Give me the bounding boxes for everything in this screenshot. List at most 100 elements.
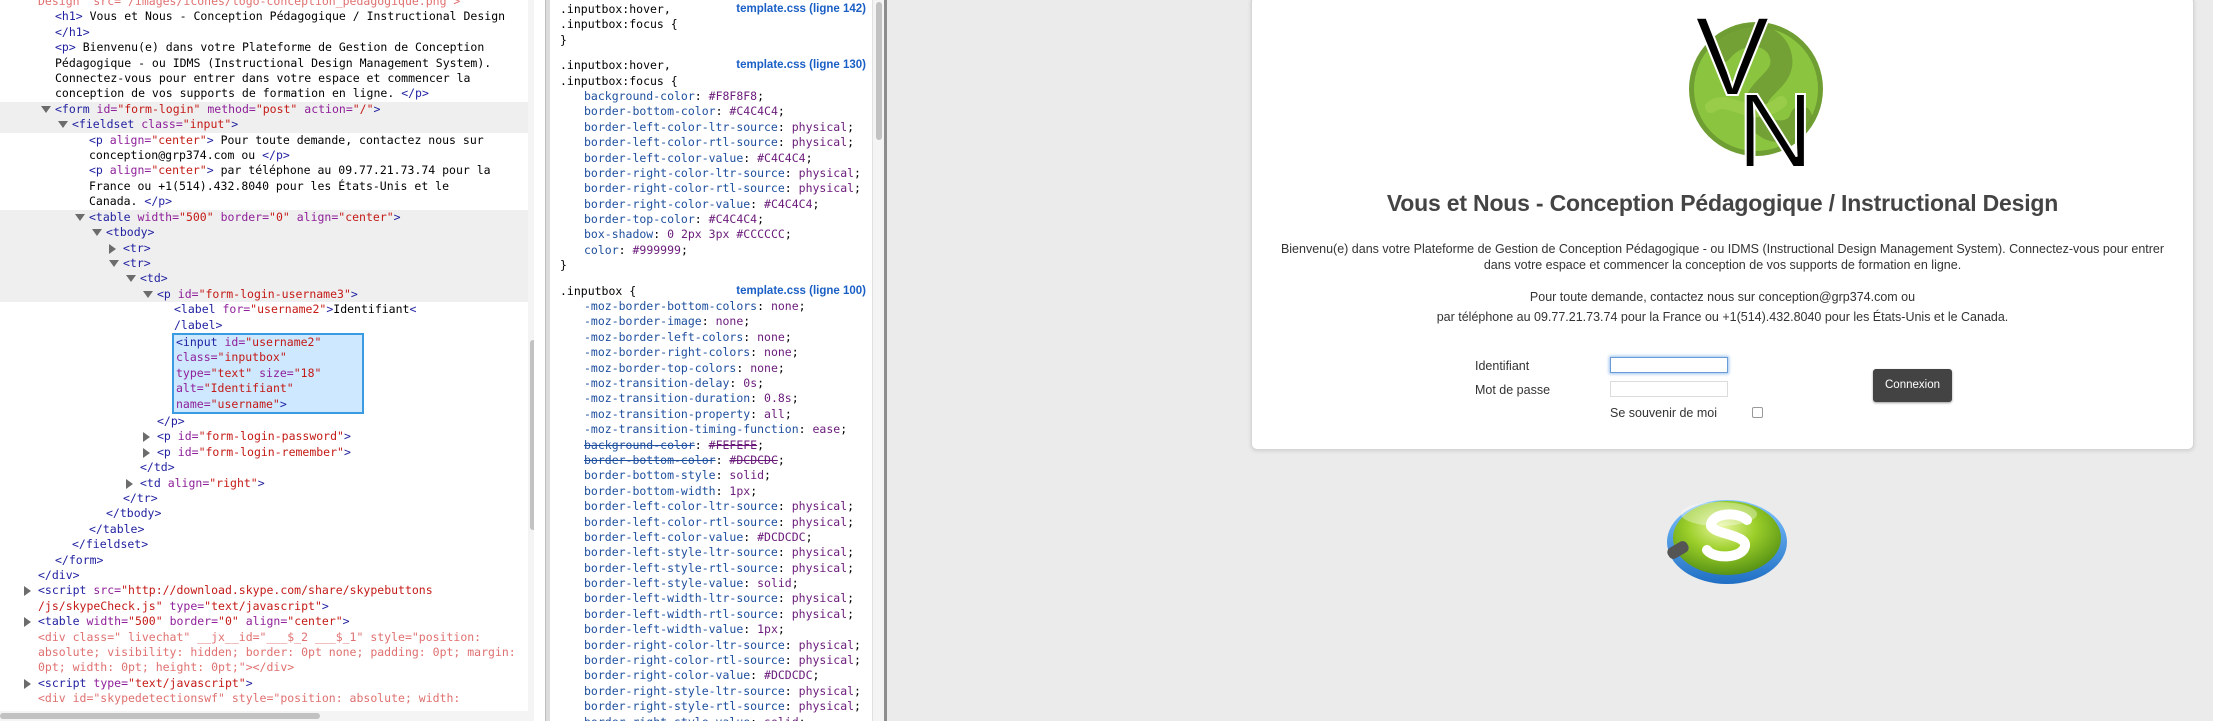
html-line[interactable]: </tbody> [0,506,528,521]
html-line[interactable]: <p align="center"> par téléphone au 09.7… [0,163,528,178]
expand-triangle-open-icon[interactable] [143,290,153,298]
html-line[interactable]: </td> [0,460,528,475]
remember-me-checkbox[interactable] [1752,407,1763,418]
expand-triangle-closed-icon[interactable] [126,478,133,489]
html-line[interactable]: <p id="form-login-remember"> [0,445,528,460]
css-declaration[interactable]: border-left-width-rtl-source: physical; [560,607,868,622]
html-line[interactable]: Design" src="/images/icones/logo-concept… [0,0,528,9]
skype-icon[interactable] [1659,482,1794,592]
username-input[interactable] [1610,357,1728,373]
css-declaration[interactable]: border-left-color-rtl-source: physical; [560,135,868,150]
css-declaration[interactable]: -moz-transition-property: all; [560,407,868,422]
expand-triangle-open-icon[interactable] [75,213,85,221]
css-source-link[interactable]: template.css (ligne 100) [736,284,866,299]
html-line[interactable]: absolute; visibility: hidden; border: 0p… [0,645,528,660]
html-line[interactable]: <td align="right"> [0,476,528,491]
html-panel-vertical-scroll-thumb[interactable] [530,340,534,530]
html-line[interactable]: <script type="text/javascript"> [0,676,528,691]
css-declaration[interactable]: border-left-color-value: #DCDCDC; [560,530,868,545]
css-panel-vertical-scroll-thumb[interactable] [876,2,882,140]
html-line[interactable]: conception@grp374.com ou </p> [0,148,528,163]
html-line[interactable]: </form> [0,553,528,568]
html-line[interactable]: <tr> [0,240,528,256]
expand-triangle-closed-icon[interactable] [24,617,31,628]
css-declaration-overridden[interactable]: border-bottom-color: #DCDCDC; [560,453,868,468]
css-declaration[interactable]: border-top-color: #C4C4C4; [560,212,868,227]
expand-triangle-closed-icon[interactable] [24,678,31,689]
html-line[interactable]: <script src="http://download.skype.com/s… [0,583,528,598]
html-line[interactable]: <div class=" livechat" __jx__id="___$_2 … [0,630,528,645]
html-line[interactable]: <p align="center"> Pour toute demande, c… [0,133,528,148]
css-declaration[interactable]: border-left-width-ltr-source: physical; [560,591,868,606]
css-declaration[interactable]: border-left-color-value: #C4C4C4; [560,151,868,166]
html-line[interactable]: <div id="skypedetectionswf" style="posit… [0,691,528,706]
html-panel-horizontal-scrollbar[interactable] [0,711,534,721]
css-declaration[interactable]: border-bottom-color: #C4C4C4; [560,104,868,119]
css-declaration[interactable]: -moz-border-left-colors: none; [560,330,868,345]
html-line[interactable]: </div> [0,568,528,583]
css-declaration[interactable]: border-right-color-ltr-source: physical; [560,166,868,181]
css-declaration[interactable]: border-left-color-rtl-source: physical; [560,515,868,530]
css-declaration[interactable]: -moz-transition-duration: 0.8s; [560,391,868,406]
css-declaration-overridden[interactable]: background-color: #FEFEFE; [560,438,868,453]
css-declaration[interactable]: border-left-style-rtl-source: physical; [560,561,868,576]
html-line[interactable]: <table width="500" border="0" align="cen… [0,614,528,629]
html-line[interactable]: <p id="form-login-password"> [0,429,528,444]
css-declaration[interactable]: border-right-color-rtl-source: physical; [560,181,868,196]
expand-triangle-closed-icon[interactable] [143,432,150,443]
login-button[interactable]: Connexion [1873,369,1952,402]
expand-triangle-open-icon[interactable] [58,121,68,129]
html-line[interactable]: <label for="username2">Identifiant< [0,302,528,317]
css-declaration[interactable]: border-right-style-rtl-source: physical; [560,699,868,714]
html-line[interactable]: France ou +1(514).432.8040 pour les État… [0,179,528,194]
html-line[interactable]: Pédagogique - ou IDMS (Instructional Des… [0,56,528,71]
html-line[interactable]: </tr> [0,491,528,506]
html-line[interactable]: 0pt; width: 0pt; height: 0pt;"></div> [0,660,528,675]
expand-triangle-open-icon[interactable] [126,275,136,283]
css-declaration[interactable]: border-right-color-ltr-source: physical; [560,638,868,653]
css-declaration[interactable]: -moz-border-top-colors: none; [560,361,868,376]
expand-triangle-open-icon[interactable] [109,259,119,267]
expand-triangle-closed-icon[interactable] [24,586,31,597]
html-line[interactable]: <fieldset class="input"> [0,117,528,133]
html-line[interactable]: <table width="500" border="0" align="cen… [0,209,528,226]
css-source-link[interactable]: template.css (ligne 142) [736,2,866,17]
css-declaration[interactable]: color: #999999; [560,243,868,258]
html-line[interactable]: <h1> Vous et Nous - Conception Pédagogiq… [0,9,528,24]
css-declaration[interactable]: border-right-style-ltr-source: physical; [560,684,868,699]
html-line[interactable]: <tr> [0,255,528,272]
css-source-link[interactable]: template.css (ligne 130) [736,58,866,73]
css-declaration[interactable]: border-left-color-ltr-source: physical; [560,120,868,135]
html-line[interactable]: </table> [0,522,528,537]
css-declaration[interactable]: -moz-transition-delay: 0s; [560,376,868,391]
html-line[interactable]: <p id="form-login-username3"> [0,286,528,303]
css-declaration[interactable]: border-left-style-value: solid; [560,576,868,591]
html-line[interactable]: <td> [0,271,528,287]
css-declaration[interactable]: border-left-color-ltr-source: physical; [560,499,868,514]
expand-triangle-open-icon[interactable] [92,229,102,237]
password-input[interactable] [1610,381,1728,397]
html-line[interactable]: conception de vos supports de formation … [0,86,528,101]
html-panel-horizontal-scroll-thumb[interactable] [0,713,320,719]
html-line[interactable]: /js/skypeCheck.js" type="text/javascript… [0,599,528,614]
css-declaration[interactable]: border-right-color-value: #C4C4C4; [560,197,868,212]
html-line[interactable]: </h1> [0,25,528,40]
html-panel-vertical-scrollbar[interactable] [528,0,534,711]
css-declaration[interactable]: border-right-style-value: solid; [560,715,868,721]
html-line[interactable]: Connectez-vous pour entrer dans votre es… [0,71,528,86]
css-declaration[interactable]: background-color: #F8F8F8; [560,89,868,104]
html-line[interactable]: <p> Bienvenu(e) dans votre Plateforme de… [0,40,528,55]
css-declaration[interactable]: border-bottom-style: solid; [560,468,868,483]
html-line[interactable]: <tbody> [0,225,528,241]
expand-triangle-closed-icon[interactable] [143,447,150,458]
html-line[interactable]: </p> [0,414,528,429]
html-line[interactable]: Canada. </p> [0,194,528,209]
css-declaration[interactable]: -moz-border-right-colors: none; [560,345,868,360]
html-line[interactable]: <form id="form-login" method="post" acti… [0,101,528,118]
html-line-selected[interactable]: <input id="username2" class="inputbox" t… [172,332,364,414]
css-declaration[interactable]: border-left-style-ltr-source: physical; [560,545,868,560]
expand-triangle-open-icon[interactable] [41,105,51,113]
html-line[interactable]: /label> [0,318,528,333]
css-declaration[interactable]: -moz-transition-timing-function: ease; [560,422,868,437]
css-declaration[interactable]: border-left-width-value: 1px; [560,622,868,637]
